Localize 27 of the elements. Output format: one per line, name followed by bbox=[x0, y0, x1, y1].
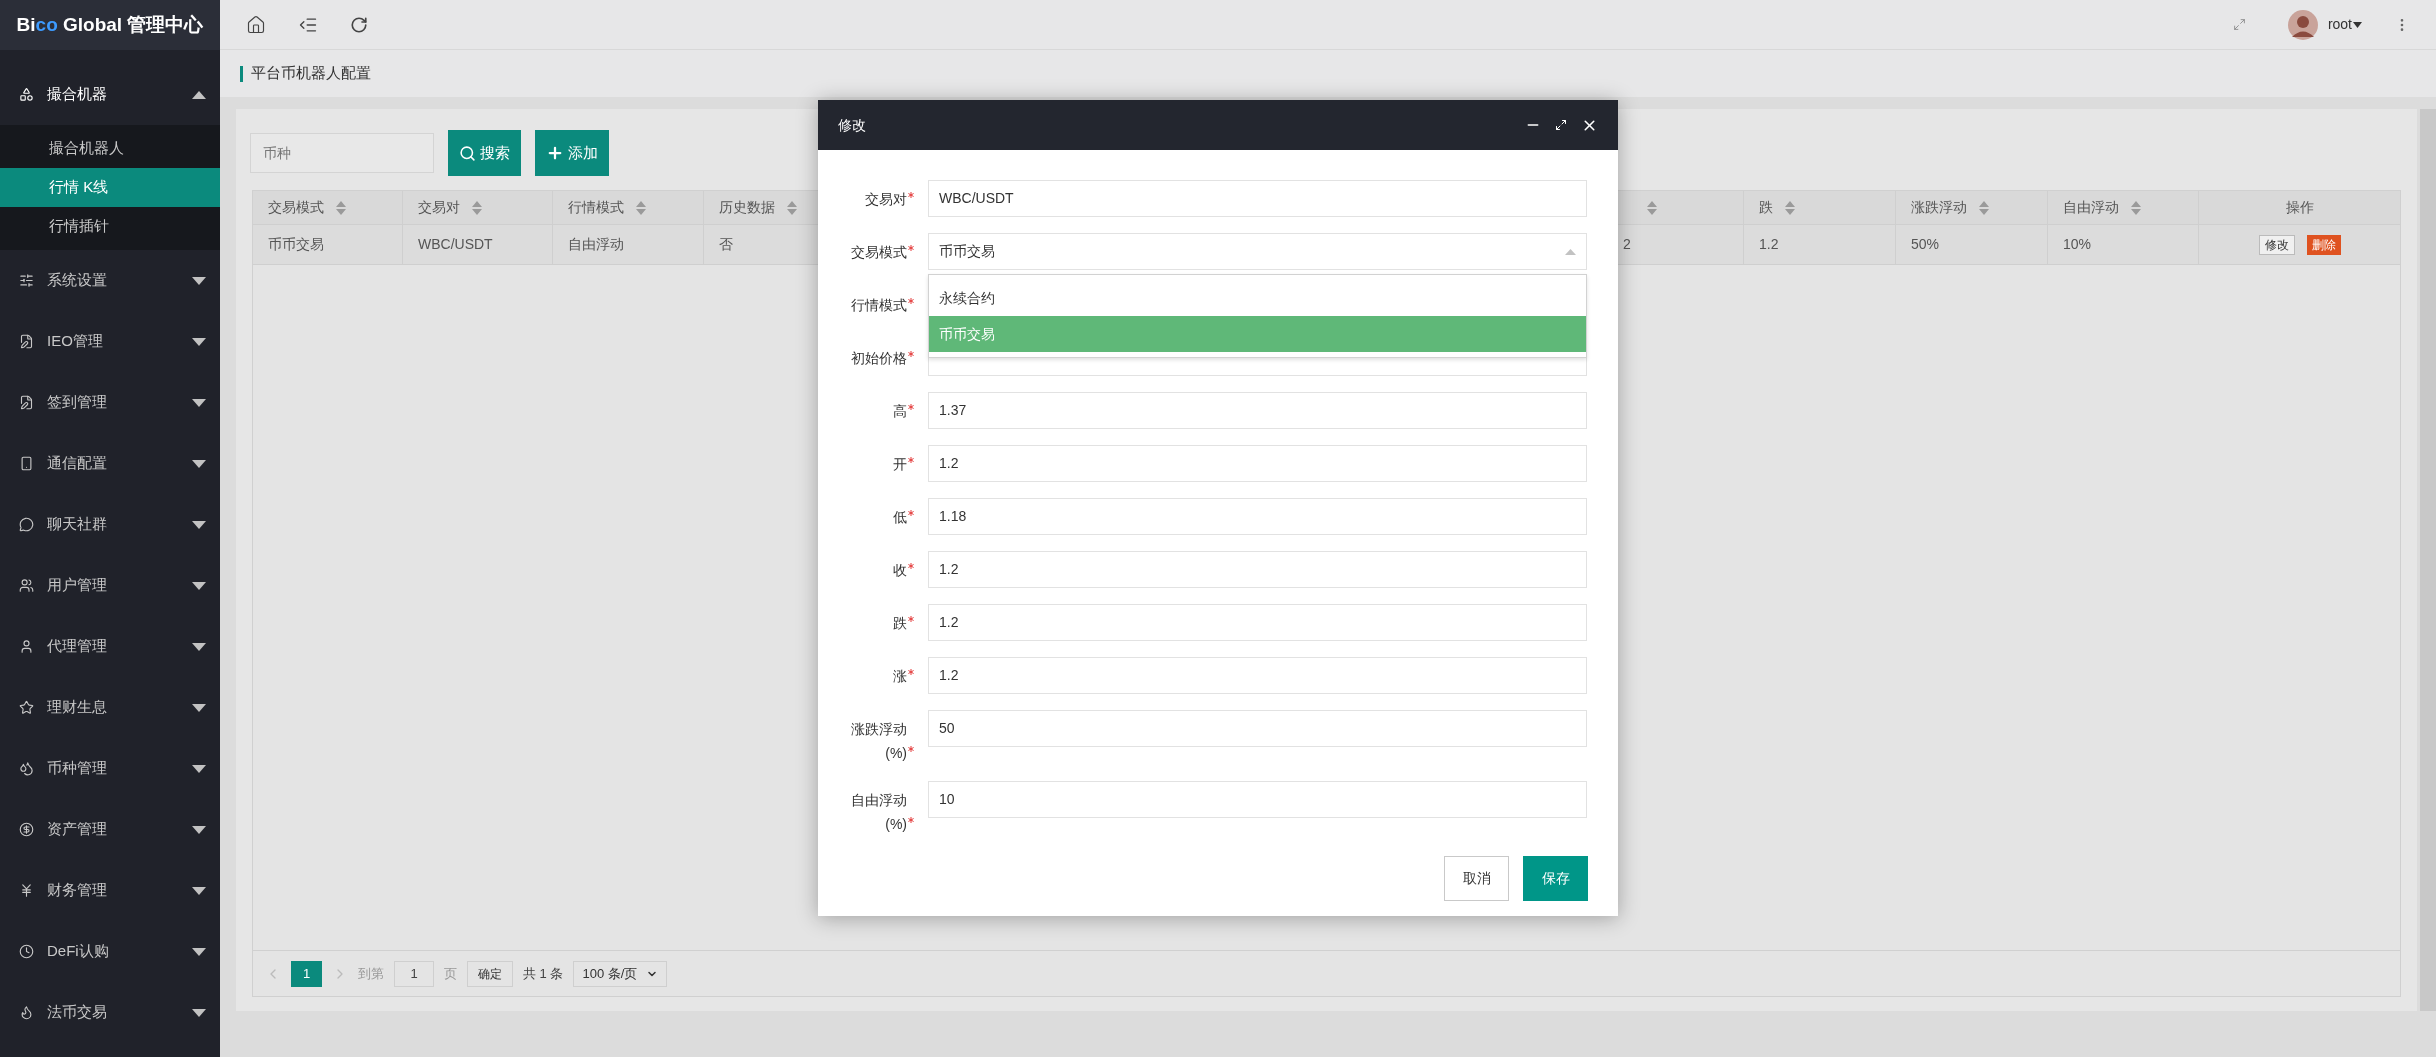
page-unit: 页 bbox=[444, 964, 457, 983]
table-cell-text: 自由浮动 bbox=[568, 235, 624, 254]
field-label: 跌 bbox=[893, 614, 907, 633]
column-header: 操作 bbox=[2284, 198, 2315, 217]
total-count: 共 1 条 bbox=[523, 964, 564, 983]
field-label: 交易对 bbox=[865, 190, 907, 209]
table-cell-text: 币币交易 bbox=[268, 235, 324, 254]
field-label: 低 bbox=[893, 508, 907, 527]
field-label: 自由浮动(%) bbox=[850, 791, 907, 834]
table-cell-text: 否 bbox=[719, 235, 733, 254]
breadcrumb: 平台币机器人配置 bbox=[251, 63, 371, 84]
field-label: 收 bbox=[893, 561, 907, 580]
field-label: 高 bbox=[893, 402, 907, 421]
dialog-title: 修改 bbox=[838, 115, 867, 135]
table-cell-text: 2 bbox=[1623, 235, 1631, 254]
field-label: 开 bbox=[893, 455, 907, 474]
table-cell-text: 1.2 bbox=[1759, 235, 1779, 254]
field-label: 行情模式 bbox=[851, 296, 907, 315]
goto-label: 到第 bbox=[358, 964, 384, 983]
field-label: 涨跌浮动(%) bbox=[850, 720, 907, 763]
field-label: 初始价格 bbox=[851, 349, 907, 368]
field-label: 涨 bbox=[893, 667, 907, 686]
field-label: 交易模式 bbox=[851, 243, 907, 262]
table-cell-text: WBC/USDT bbox=[418, 235, 493, 254]
table-cell-text: 10% bbox=[2063, 235, 2092, 254]
table-cell-text: 50% bbox=[1911, 235, 1940, 254]
logo: Bico Global 管理中心 bbox=[0, 0, 220, 50]
